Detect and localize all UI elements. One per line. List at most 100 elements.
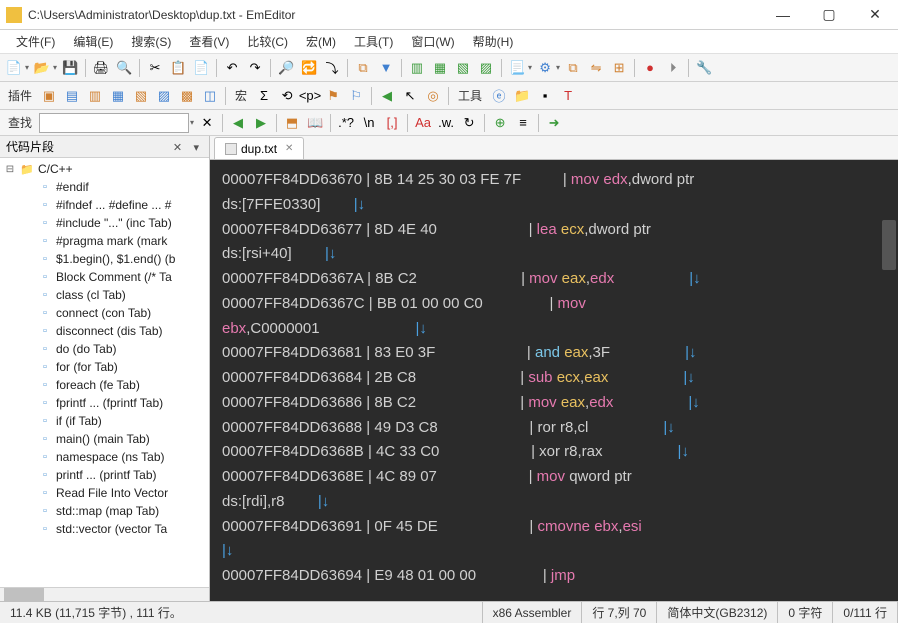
dropdown-icon[interactable]: ▾ (53, 63, 57, 72)
snippet-item[interactable]: ▫connect (con Tab) (0, 304, 209, 322)
search-close-icon[interactable]: ✕ (197, 113, 217, 133)
bookmark-icon[interactable]: ⧉ (353, 58, 373, 78)
code-line[interactable]: ds:[rsi+40] |↓ (222, 242, 886, 267)
menu-item[interactable]: 文件(F) (8, 30, 63, 53)
snippet-item[interactable]: ▫disconnect (dis Tab) (0, 322, 209, 340)
ie-icon[interactable]: ⓔ (489, 86, 509, 106)
plugin2-icon[interactable]: ▤ (62, 86, 82, 106)
menu-item[interactable]: 宏(M) (298, 30, 344, 53)
snippet-item[interactable]: ▫Block Comment (/* Ta (0, 268, 209, 286)
code-line[interactable]: 00007FF84DD63694 | E9 48 01 00 00 | jmp (222, 564, 886, 589)
next-icon[interactable]: ▶ (251, 113, 271, 133)
panel3-icon[interactable]: ▧ (453, 58, 473, 78)
snippet-item[interactable]: ▫namespace (ns Tab) (0, 448, 209, 466)
compare-icon[interactable]: ⧉ (563, 58, 583, 78)
doc-icon[interactable]: 📃 (507, 58, 527, 78)
panel4-icon[interactable]: ▨ (476, 58, 496, 78)
dropdown-icon[interactable]: ▾ (528, 63, 532, 72)
book-icon[interactable]: 📖 (305, 113, 325, 133)
snippet-item[interactable]: ▫std::map (map Tab) (0, 502, 209, 520)
menu-item[interactable]: 编辑(E) (65, 30, 121, 53)
dropdown-icon[interactable]: ▾ (25, 63, 29, 72)
cmd-icon[interactable]: ▪ (535, 86, 555, 106)
snippets-tree[interactable]: ⊟📁C/C++▫#endif▫#ifndef ... #define ... #… (0, 158, 209, 587)
code-editor[interactable]: 00007FF84DD63670 | 8B 14 25 30 03 FE 7F … (210, 160, 898, 601)
snippet-item[interactable]: ▫foreach (fe Tab) (0, 376, 209, 394)
play-icon[interactable]: ⏵ (663, 58, 683, 78)
collapse-icon[interactable]: ⊟ (4, 164, 16, 175)
plugin4-icon[interactable]: ▦ (108, 86, 128, 106)
plugin6-icon[interactable]: ▨ (154, 86, 174, 106)
sidebar-pin-icon[interactable]: ▾ (189, 142, 203, 154)
file-tab[interactable]: dup.txt ✕ (214, 137, 304, 159)
sidebar-hscroll[interactable] (0, 587, 209, 601)
redo-icon[interactable]: ↷ (245, 58, 265, 78)
prev-icon[interactable]: ◀ (228, 113, 248, 133)
panel2-icon[interactable]: ▦ (430, 58, 450, 78)
macro2-icon[interactable]: <p> (300, 86, 320, 106)
cursor-icon[interactable]: ↖ (400, 86, 420, 106)
list-icon[interactable]: ≡ (513, 113, 533, 133)
explorer-icon[interactable]: 📁 (512, 86, 532, 106)
snippet-item[interactable]: ▫$1.begin(), $1.end() (b (0, 250, 209, 268)
copy-icon[interactable]: 📋 (168, 58, 188, 78)
case-icon[interactable]: Aa (413, 113, 433, 133)
word-icon[interactable]: .w. (436, 113, 456, 133)
code-line[interactable]: |↓ (222, 539, 886, 564)
snippet-item[interactable]: ▫main() (main Tab) (0, 430, 209, 448)
code-line[interactable]: ds:[7FFE0330] |↓ (222, 193, 886, 218)
dropdown-icon[interactable]: ▾ (556, 63, 560, 72)
count-icon[interactable]: ⊕ (490, 113, 510, 133)
snippet-item[interactable]: ▫if (if Tab) (0, 412, 209, 430)
plugin1-icon[interactable]: ▣ (39, 86, 59, 106)
tab-close-icon[interactable]: ✕ (285, 143, 293, 154)
dropdown-icon[interactable]: ▾ (190, 118, 194, 127)
wrap-icon[interactable]: ↻ (459, 113, 479, 133)
sigma-icon[interactable]: Σ (254, 86, 274, 106)
plugin5-icon[interactable]: ▧ (131, 86, 151, 106)
code-line[interactable]: 00007FF84DD63688 | 49 D3 C8 | ror r8,cl … (222, 416, 886, 441)
close-button[interactable]: ✕ (852, 0, 898, 30)
go-icon[interactable]: ➜ (544, 113, 564, 133)
config-icon[interactable]: ⚙ (535, 58, 555, 78)
paste-icon[interactable]: 📄 (191, 58, 211, 78)
snippet-item[interactable]: ▫fprintf ... (fprintf Tab) (0, 394, 209, 412)
scroll-thumb[interactable] (4, 588, 44, 601)
macro4-icon[interactable]: ⚐ (346, 86, 366, 106)
code-line[interactable]: 00007FF84DD6367A | 8B C2 | mov eax,edx |… (222, 267, 886, 292)
code-line[interactable]: 00007FF84DD63691 | 0F 45 DE | cmovne ebx… (222, 515, 886, 540)
code-line[interactable]: 00007FF84DD63684 | 2B C8 | sub ecx,eax |… (222, 366, 886, 391)
snippet-item[interactable]: ▫Read File Into Vector (0, 484, 209, 502)
snippet-item[interactable]: ▫#endif (0, 178, 209, 196)
print-icon[interactable]: 🖨 (91, 58, 111, 78)
menu-item[interactable]: 窗口(W) (403, 30, 462, 53)
code-line[interactable]: 00007FF84DD63677 | 8D 4E 40 | lea ecx,dw… (222, 218, 886, 243)
menu-item[interactable]: 比较(C) (239, 30, 296, 53)
highlight-icon[interactable]: ⬒ (282, 113, 302, 133)
escape-icon[interactable]: \n (359, 113, 379, 133)
snippet-item[interactable]: ▫std::vector (vector Ta (0, 520, 209, 538)
find-icon[interactable]: 🔎 (276, 58, 296, 78)
undo-icon[interactable]: ↶ (222, 58, 242, 78)
panel1-icon[interactable]: ▥ (407, 58, 427, 78)
code-line[interactable]: 00007FF84DD6368E | 4C 89 07 | mov qword … (222, 465, 886, 490)
replace-icon[interactable]: 🔁 (299, 58, 319, 78)
record-icon[interactable]: ● (640, 58, 660, 78)
macro3-icon[interactable]: ⚑ (323, 86, 343, 106)
filter-icon[interactable]: ▼ (376, 58, 396, 78)
regex-icon[interactable]: .*? (336, 113, 356, 133)
menu-item[interactable]: 查看(V) (181, 30, 237, 53)
code-line[interactable]: 00007FF84DD63681 | 83 E0 3F | and eax,3F… (222, 341, 886, 366)
bracket-icon[interactable]: [,] (382, 113, 402, 133)
plugin7-icon[interactable]: ▩ (177, 86, 197, 106)
code-line[interactable]: ebx,C0000001 |↓ (222, 317, 886, 342)
menu-item[interactable]: 工具(T) (346, 30, 401, 53)
save-icon[interactable]: 💾 (60, 58, 80, 78)
back-icon[interactable]: ◀ (377, 86, 397, 106)
snippet-item[interactable]: ▫do (do Tab) (0, 340, 209, 358)
sync-icon[interactable]: ⇋ (586, 58, 606, 78)
minimize-button[interactable]: — (760, 0, 806, 30)
snippet-item[interactable]: ▫#pragma mark (mark (0, 232, 209, 250)
menu-item[interactable]: 帮助(H) (465, 30, 522, 53)
search-input[interactable] (39, 113, 189, 133)
